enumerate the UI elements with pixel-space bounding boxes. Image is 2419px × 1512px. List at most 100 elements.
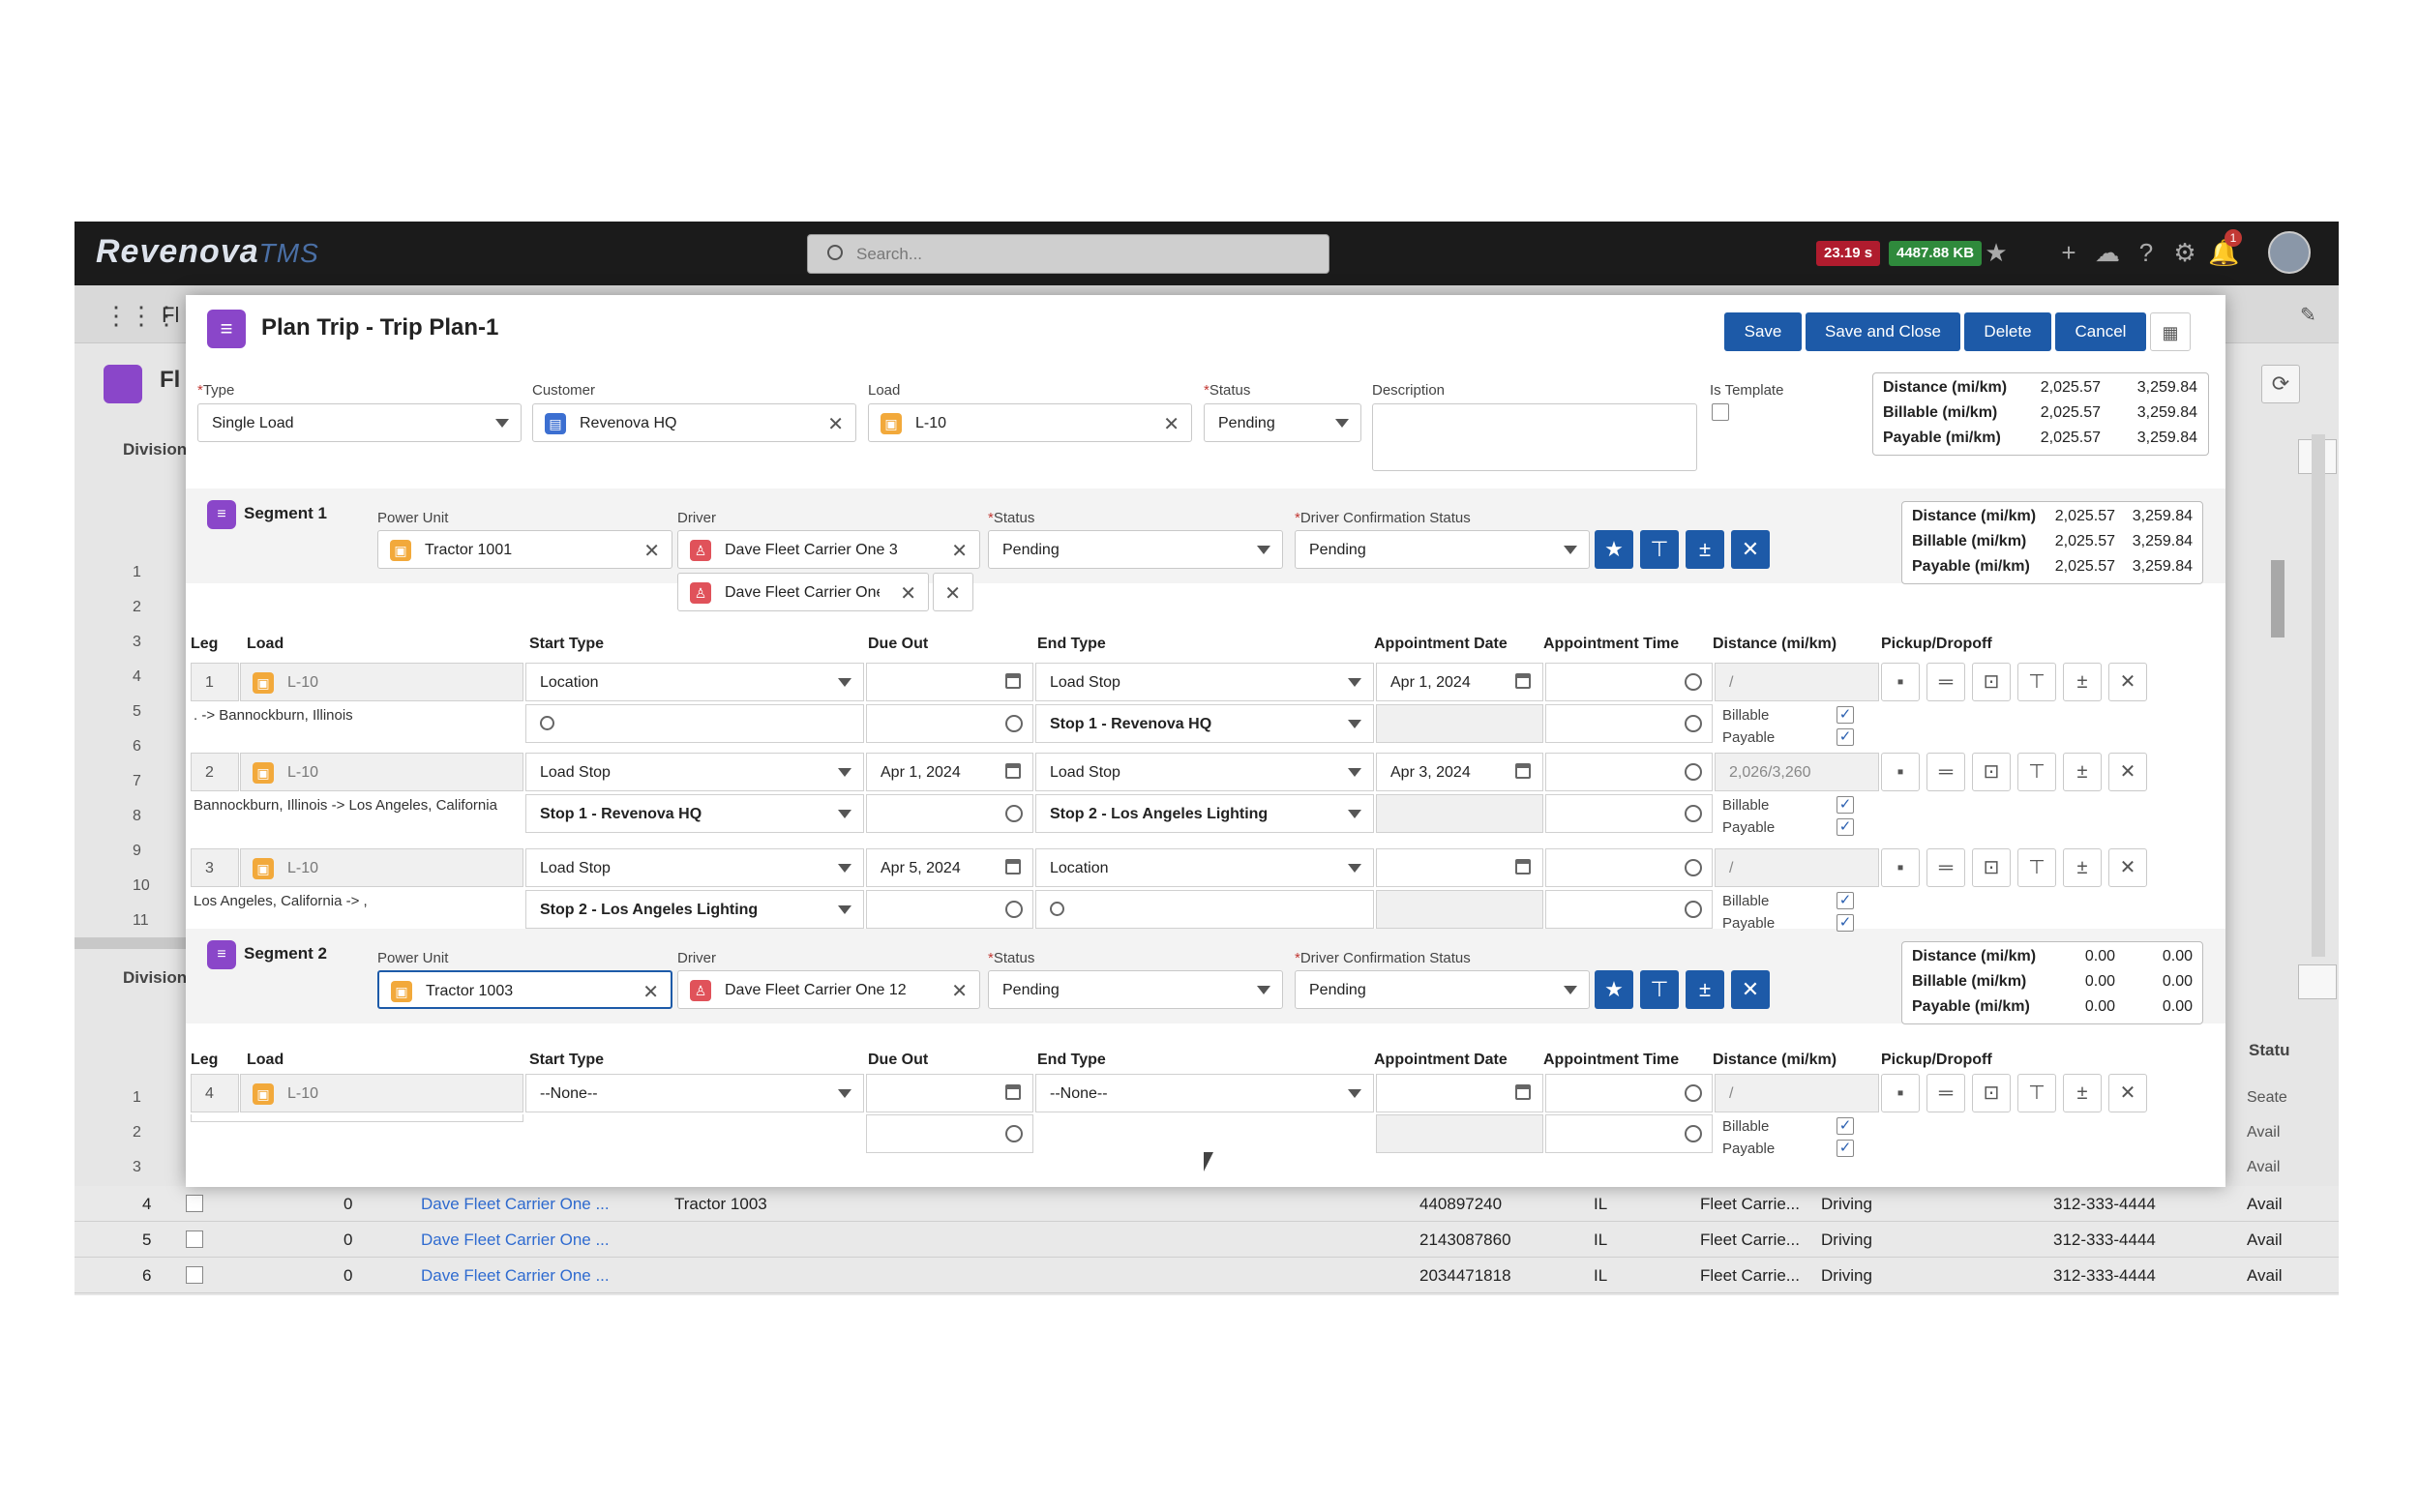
segment1-power-unit-lookup[interactable]: ▣ Tractor 1001 ✕: [377, 530, 672, 569]
equal-button[interactable]: ═: [1926, 663, 1965, 701]
insert-button[interactable]: ⊤: [2017, 663, 2056, 701]
appt-time-input-2[interactable]: [1545, 1114, 1713, 1153]
start-type-select[interactable]: Load Stop: [525, 753, 864, 791]
leg-load-lookup[interactable]: ▣ L-10: [240, 1074, 523, 1112]
cloud-icon[interactable]: ☁: [2092, 237, 2123, 268]
payable-checkbox[interactable]: ✓: [1837, 1140, 1854, 1157]
appt-date-input[interactable]: Apr 1, 2024: [1376, 663, 1543, 701]
nav-tab-label[interactable]: Fl: [162, 303, 179, 328]
payable-checkbox[interactable]: ✓: [1837, 818, 1854, 836]
split-button[interactable]: ±: [2063, 753, 2102, 791]
equal-button[interactable]: ═: [1926, 753, 1965, 791]
start-type-select[interactable]: Load Stop: [525, 848, 864, 887]
equal-button[interactable]: ═: [1926, 848, 1965, 887]
scrollbar-track[interactable]: [2312, 434, 2325, 957]
end-stop-select[interactable]: Stop 2 - Los Angeles Lighting: [1035, 794, 1374, 833]
segment1-status-select[interactable]: Pending: [988, 530, 1283, 569]
user-avatar[interactable]: [2268, 231, 2311, 274]
appt-time-input-2[interactable]: [1545, 890, 1713, 929]
clear-x-icon[interactable]: ✕: [900, 581, 916, 606]
payable-checkbox[interactable]: ✓: [1837, 914, 1854, 932]
billable-checkbox[interactable]: ✓: [1837, 892, 1854, 909]
appt-time-input-2[interactable]: [1545, 704, 1713, 743]
segment1-driver1-lookup[interactable]: ♙ Dave Fleet Carrier One 3 ✕: [677, 530, 980, 569]
due-out-date-input[interactable]: [866, 1074, 1033, 1112]
favorites-star-icon[interactable]: ★: [1981, 237, 2012, 268]
billable-checkbox[interactable]: ✓: [1837, 796, 1854, 814]
due-out-date-input[interactable]: Apr 5, 2024: [866, 848, 1033, 887]
appt-date-input[interactable]: Apr 3, 2024: [1376, 753, 1543, 791]
end-type-select[interactable]: Location: [1035, 848, 1374, 887]
appt-date-input[interactable]: [1376, 848, 1543, 887]
start-stop-select[interactable]: Stop 1 - Revenova HQ: [525, 794, 864, 833]
clear-x-icon[interactable]: ✕: [827, 412, 844, 436]
frame-button[interactable]: ⊡: [1972, 848, 2011, 887]
stop-detail-button[interactable]: ▪: [1881, 753, 1920, 791]
frame-button[interactable]: ⊡: [1972, 753, 2011, 791]
segment2-remove-button[interactable]: ✕: [1731, 970, 1770, 1009]
description-textarea[interactable]: [1372, 403, 1697, 471]
segment2-insert-button[interactable]: ⊤: [1640, 970, 1679, 1009]
due-out-time-input[interactable]: [866, 890, 1033, 929]
end-type-select[interactable]: --None--: [1035, 1074, 1374, 1112]
clear-x-icon[interactable]: ✕: [951, 979, 968, 1003]
segment1-driver-conf-select[interactable]: Pending: [1295, 530, 1590, 569]
segment1-split-button[interactable]: ±: [1686, 530, 1724, 569]
equal-button[interactable]: ═: [1926, 1074, 1965, 1112]
end-stop-select[interactable]: Stop 1 - Revenova HQ: [1035, 704, 1374, 743]
table-row[interactable]: 6 0 Dave Fleet Carrier One ... 2034471818 IL…: [75, 1258, 2339, 1293]
insert-button[interactable]: ⊤: [2017, 753, 2056, 791]
segment2-split-button[interactable]: ±: [1686, 970, 1724, 1009]
help-icon[interactable]: ?: [2131, 237, 2162, 268]
clear-x-icon[interactable]: ✕: [642, 980, 659, 1004]
leg-load-lookup[interactable]: ▣ L-10: [240, 663, 523, 701]
clear-x-icon[interactable]: ✕: [643, 539, 660, 563]
segment1-insert-button[interactable]: ⊤: [1640, 530, 1679, 569]
status-select[interactable]: Pending: [1204, 403, 1361, 442]
segment1-remove-button[interactable]: ✕: [1731, 530, 1770, 569]
app-logo[interactable]: RevenovaTMS: [96, 233, 319, 271]
leg-load-lookup[interactable]: ▣ L-10: [240, 753, 523, 791]
calendar-icon[interactable]: ▦: [2150, 312, 2191, 351]
table-row[interactable]: 5 0 Dave Fleet Carrier One ... 2143087860 IL…: [75, 1222, 2339, 1258]
billable-checkbox[interactable]: ✓: [1837, 1117, 1854, 1135]
segment1-driver2-lookup[interactable]: ♙ Dave Fleet Carrier One ✕: [677, 573, 929, 611]
segment2-power-unit-lookup[interactable]: ▣ Tractor 1003 ✕: [377, 970, 672, 1009]
refresh-icon[interactable]: ⟳: [2261, 365, 2300, 403]
remove-driver-button[interactable]: ✕: [933, 573, 973, 611]
start-location-search[interactable]: [525, 704, 864, 743]
due-out-time-input[interactable]: [866, 1114, 1033, 1153]
end-type-select[interactable]: Load Stop: [1035, 753, 1374, 791]
bg-filter-box-2[interactable]: [2298, 964, 2337, 999]
appt-date-input[interactable]: [1376, 1074, 1543, 1112]
frame-button[interactable]: ⊡: [1972, 1074, 2011, 1112]
add-plus-icon[interactable]: +: [2053, 237, 2084, 268]
due-out-date-input[interactable]: Apr 1, 2024: [866, 753, 1033, 791]
segment2-driver-conf-select[interactable]: Pending: [1295, 970, 1590, 1009]
settings-gear-icon[interactable]: ⚙: [2169, 237, 2200, 268]
appt-time-input[interactable]: [1545, 663, 1713, 701]
stop-detail-button[interactable]: ▪: [1881, 848, 1920, 887]
type-select[interactable]: Single Load: [197, 403, 522, 442]
split-button[interactable]: ±: [2063, 663, 2102, 701]
clear-x-icon[interactable]: ✕: [1163, 412, 1180, 436]
save-and-close-button[interactable]: Save and Close: [1806, 312, 1960, 351]
global-search-input[interactable]: Search...: [807, 234, 1329, 274]
split-button[interactable]: ±: [2063, 848, 2102, 887]
due-out-time-input[interactable]: [866, 794, 1033, 833]
segment2-driver1-lookup[interactable]: ♙ Dave Fleet Carrier One 12 ✕: [677, 970, 980, 1009]
load-lookup[interactable]: ▣ L-10 ✕: [868, 403, 1192, 442]
frame-button[interactable]: ⊡: [1972, 663, 2011, 701]
split-button[interactable]: ±: [2063, 1074, 2102, 1112]
delete-button[interactable]: Delete: [1964, 312, 2051, 351]
insert-button[interactable]: ⊤: [2017, 1074, 2056, 1112]
scrollbar-thumb[interactable]: [2271, 560, 2285, 637]
end-type-select[interactable]: Load Stop: [1035, 663, 1374, 701]
start-stop-select[interactable]: Stop 2 - Los Angeles Lighting: [525, 890, 864, 929]
remove-leg-button[interactable]: ✕: [2108, 663, 2147, 701]
appt-time-input[interactable]: [1545, 753, 1713, 791]
start-type-select[interactable]: --None--: [525, 1074, 864, 1112]
clear-x-icon[interactable]: ✕: [951, 539, 968, 563]
due-out-date-input[interactable]: [866, 663, 1033, 701]
cancel-button[interactable]: Cancel: [2055, 312, 2146, 351]
